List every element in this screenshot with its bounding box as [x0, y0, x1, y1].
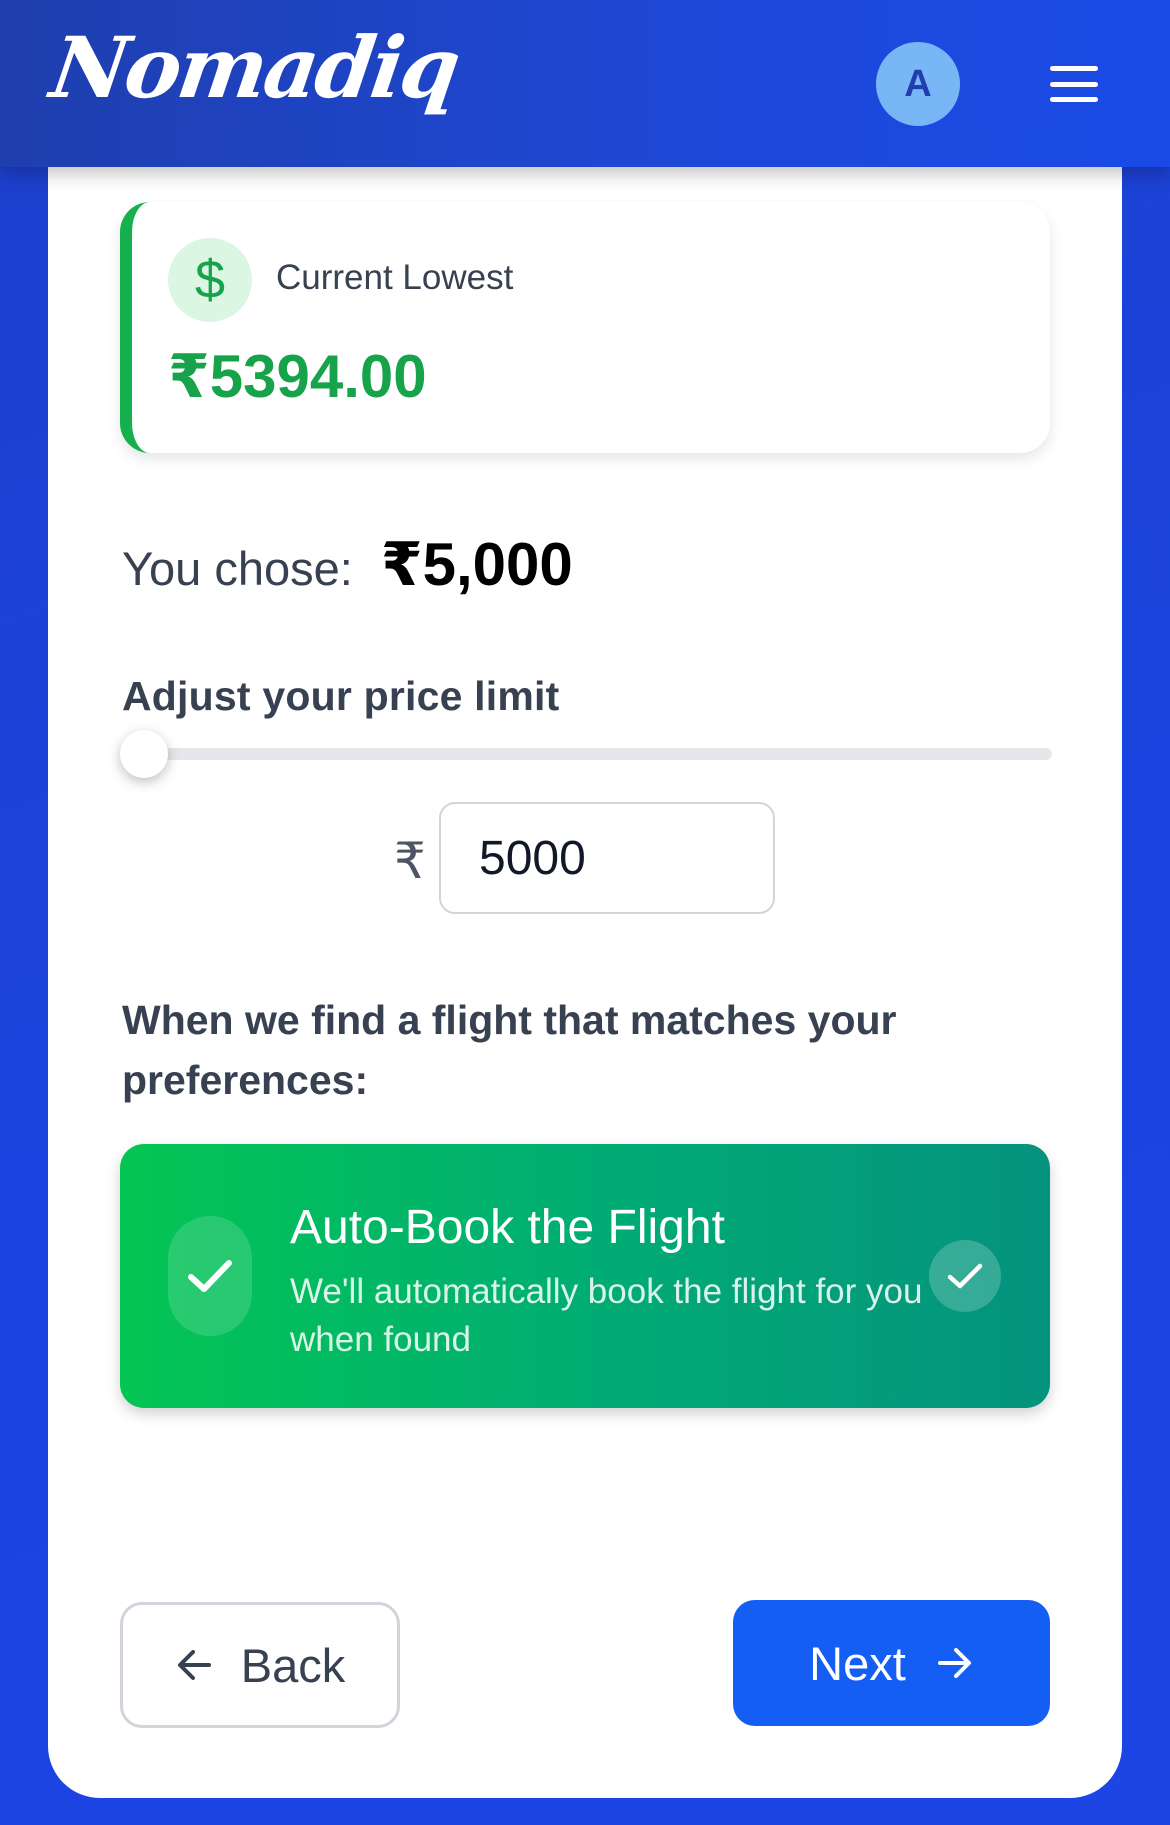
- current-lowest-label: Current Lowest: [276, 258, 514, 297]
- price-limit-label: Adjust your price limit: [122, 673, 560, 719]
- price-alert-card: $ Current Lowest ₹5394.00 You chose: ₹5,…: [48, 120, 1122, 1798]
- chosen-price: You chose: ₹5,000: [122, 530, 573, 600]
- price-limit-slider-handle[interactable]: [120, 730, 168, 778]
- chosen-price-label: You chose:: [122, 542, 353, 595]
- next-button-label: Next: [809, 1636, 906, 1690]
- app-logo[interactable]: Nomadiq: [45, 18, 463, 117]
- preferences-prompt: When we find a flight that matches your …: [122, 997, 897, 1103]
- chosen-price-value: ₹5,000: [380, 531, 573, 598]
- user-avatar[interactable]: A: [876, 42, 960, 126]
- auto-book-description: We'll automatically book the flight for …: [290, 1272, 923, 1359]
- hamburger-menu-icon[interactable]: [1044, 62, 1104, 106]
- current-lowest-card: $ Current Lowest ₹5394.00: [120, 202, 1050, 453]
- rupee-icon: ₹: [394, 833, 426, 889]
- menu-bar: [1050, 97, 1098, 102]
- auto-book-title: Auto-Book the Flight: [290, 1201, 725, 1254]
- menu-bar: [1050, 66, 1098, 71]
- menu-bar: [1050, 81, 1098, 87]
- app-header: Nomadiq A: [0, 0, 1170, 167]
- next-button[interactable]: Next: [733, 1600, 1050, 1726]
- checkmark-icon: [168, 1216, 252, 1336]
- back-button[interactable]: Back: [120, 1602, 400, 1728]
- back-button-label: Back: [240, 1638, 346, 1692]
- auto-book-option[interactable]: Auto-Book the Flight We'll automatically…: [120, 1144, 1050, 1408]
- current-lowest-price: ₹5394.00: [168, 343, 427, 410]
- arrow-right-icon: [937, 1648, 971, 1678]
- price-limit-input[interactable]: [439, 802, 775, 914]
- price-limit-slider-track[interactable]: [122, 748, 1052, 760]
- avatar-initial: A: [904, 62, 932, 105]
- selected-check-icon: [929, 1240, 1001, 1312]
- arrow-left-icon: [177, 1650, 211, 1680]
- dollar-icon: $: [168, 238, 252, 322]
